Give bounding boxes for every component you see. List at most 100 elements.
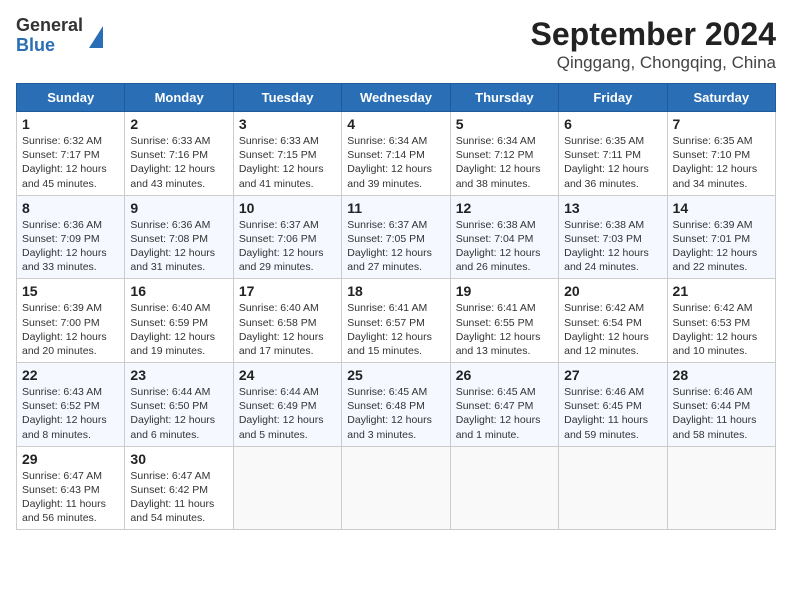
header-day-friday: Friday — [559, 84, 667, 112]
calendar-cell — [667, 446, 775, 530]
calendar-cell: 6 Sunrise: 6:35 AM Sunset: 7:11 PM Daylig… — [559, 112, 667, 196]
calendar-cell — [233, 446, 341, 530]
week-row-1: 1 Sunrise: 6:32 AM Sunset: 7:17 PM Daylig… — [17, 112, 776, 196]
logo: General Blue — [16, 16, 103, 56]
day-info: Sunrise: 6:37 AM Sunset: 7:05 PM Dayligh… — [347, 218, 444, 275]
calendar-cell: 9 Sunrise: 6:36 AM Sunset: 7:08 PM Daylig… — [125, 195, 233, 279]
day-number: 29 — [22, 451, 119, 467]
day-number: 8 — [22, 200, 119, 216]
calendar-cell: 30 Sunrise: 6:47 AM Sunset: 6:42 PM Dayli… — [125, 446, 233, 530]
day-number: 17 — [239, 283, 336, 299]
day-info: Sunrise: 6:33 AM Sunset: 7:16 PM Dayligh… — [130, 134, 227, 191]
day-number: 1 — [22, 116, 119, 132]
calendar-cell: 28 Sunrise: 6:46 AM Sunset: 6:44 PM Dayli… — [667, 363, 775, 447]
calendar-cell: 17 Sunrise: 6:40 AM Sunset: 6:58 PM Dayli… — [233, 279, 341, 363]
day-number: 28 — [673, 367, 770, 383]
calendar-cell: 23Sunrise: 6:44 AM Sunset: 6:50 PM Dayli… — [125, 363, 233, 447]
day-info: Sunrise: 6:46 AM Sunset: 6:45 PM Dayligh… — [564, 385, 661, 442]
day-number: 21 — [673, 283, 770, 299]
day-number: 6 — [564, 116, 661, 132]
day-info: Sunrise: 6:45 AM Sunset: 6:47 PM Dayligh… — [456, 385, 553, 442]
day-info: Sunrise: 6:38 AM Sunset: 7:03 PM Dayligh… — [564, 218, 661, 275]
day-info: Sunrise: 6:43 AM Sunset: 6:52 PM Dayligh… — [22, 385, 119, 442]
header-day-tuesday: Tuesday — [233, 84, 341, 112]
calendar-cell: 11 Sunrise: 6:37 AM Sunset: 7:05 PM Dayli… — [342, 195, 450, 279]
day-number: 12 — [456, 200, 553, 216]
calendar-cell: 15Sunrise: 6:39 AM Sunset: 7:00 PM Dayli… — [17, 279, 125, 363]
week-row-3: 15Sunrise: 6:39 AM Sunset: 7:00 PM Dayli… — [17, 279, 776, 363]
day-info: Sunrise: 6:46 AM Sunset: 6:44 PM Dayligh… — [673, 385, 770, 442]
calendar-cell: 27 Sunrise: 6:46 AM Sunset: 6:45 PM Dayli… — [559, 363, 667, 447]
calendar-header: SundayMondayTuesdayWednesdayThursdayFrid… — [17, 84, 776, 112]
title-block: September 2024 Qinggang, Chongqing, Chin… — [531, 16, 776, 73]
day-info: Sunrise: 6:47 AM Sunset: 6:42 PM Dayligh… — [130, 469, 227, 526]
calendar-cell: 5Sunrise: 6:34 AM Sunset: 7:12 PM Daylig… — [450, 112, 558, 196]
calendar-cell: 14 Sunrise: 6:39 AM Sunset: 7:01 PM Dayli… — [667, 195, 775, 279]
day-info: Sunrise: 6:34 AM Sunset: 7:12 PM Dayligh… — [456, 134, 553, 191]
day-info: Sunrise: 6:42 AM Sunset: 6:53 PM Dayligh… — [673, 301, 770, 358]
day-number: 24 — [239, 367, 336, 383]
logo-text: General Blue — [16, 16, 83, 56]
calendar-cell: 7Sunrise: 6:35 AM Sunset: 7:10 PM Daylig… — [667, 112, 775, 196]
day-number: 4 — [347, 116, 444, 132]
day-info: Sunrise: 6:39 AM Sunset: 7:00 PM Dayligh… — [22, 301, 119, 358]
day-info: Sunrise: 6:41 AM Sunset: 6:57 PM Dayligh… — [347, 301, 444, 358]
day-info: Sunrise: 6:40 AM Sunset: 6:58 PM Dayligh… — [239, 301, 336, 358]
header-day-thursday: Thursday — [450, 84, 558, 112]
calendar-cell: 21 Sunrise: 6:42 AM Sunset: 6:53 PM Dayli… — [667, 279, 775, 363]
day-info: Sunrise: 6:41 AM Sunset: 6:55 PM Dayligh… — [456, 301, 553, 358]
day-info: Sunrise: 6:35 AM Sunset: 7:11 PM Dayligh… — [564, 134, 661, 191]
day-info: Sunrise: 6:44 AM Sunset: 6:50 PM Dayligh… — [130, 385, 227, 442]
calendar-cell: 4 Sunrise: 6:34 AM Sunset: 7:14 PM Daylig… — [342, 112, 450, 196]
week-row-4: 22Sunrise: 6:43 AM Sunset: 6:52 PM Dayli… — [17, 363, 776, 447]
week-row-5: 29 Sunrise: 6:47 AM Sunset: 6:43 PM Dayli… — [17, 446, 776, 530]
calendar-table: SundayMondayTuesdayWednesdayThursdayFrid… — [16, 83, 776, 530]
calendar-cell — [450, 446, 558, 530]
calendar-cell: 13 Sunrise: 6:38 AM Sunset: 7:03 PM Dayli… — [559, 195, 667, 279]
header-day-sunday: Sunday — [17, 84, 125, 112]
day-number: 11 — [347, 200, 444, 216]
day-number: 9 — [130, 200, 227, 216]
header-row: SundayMondayTuesdayWednesdayThursdayFrid… — [17, 84, 776, 112]
calendar-cell: 26Sunrise: 6:45 AM Sunset: 6:47 PM Dayli… — [450, 363, 558, 447]
day-info: Sunrise: 6:44 AM Sunset: 6:49 PM Dayligh… — [239, 385, 336, 442]
calendar-cell: 18 Sunrise: 6:41 AM Sunset: 6:57 PM Dayli… — [342, 279, 450, 363]
calendar-cell — [342, 446, 450, 530]
day-number: 14 — [673, 200, 770, 216]
calendar-cell: 29 Sunrise: 6:47 AM Sunset: 6:43 PM Dayli… — [17, 446, 125, 530]
calendar-cell: 19 Sunrise: 6:41 AM Sunset: 6:55 PM Dayli… — [450, 279, 558, 363]
day-number: 3 — [239, 116, 336, 132]
calendar-cell: 22Sunrise: 6:43 AM Sunset: 6:52 PM Dayli… — [17, 363, 125, 447]
day-info: Sunrise: 6:45 AM Sunset: 6:48 PM Dayligh… — [347, 385, 444, 442]
day-info: Sunrise: 6:42 AM Sunset: 6:54 PM Dayligh… — [564, 301, 661, 358]
day-number: 10 — [239, 200, 336, 216]
calendar-cell: 8Sunrise: 6:36 AM Sunset: 7:09 PM Daylig… — [17, 195, 125, 279]
week-row-2: 8Sunrise: 6:36 AM Sunset: 7:09 PM Daylig… — [17, 195, 776, 279]
day-number: 20 — [564, 283, 661, 299]
logo-arrow-icon — [89, 26, 103, 48]
day-info: Sunrise: 6:34 AM Sunset: 7:14 PM Dayligh… — [347, 134, 444, 191]
header-day-monday: Monday — [125, 84, 233, 112]
calendar-cell: 1 Sunrise: 6:32 AM Sunset: 7:17 PM Daylig… — [17, 112, 125, 196]
day-info: Sunrise: 6:36 AM Sunset: 7:08 PM Dayligh… — [130, 218, 227, 275]
day-number: 18 — [347, 283, 444, 299]
day-number: 30 — [130, 451, 227, 467]
day-info: Sunrise: 6:47 AM Sunset: 6:43 PM Dayligh… — [22, 469, 119, 526]
calendar-cell: 12Sunrise: 6:38 AM Sunset: 7:04 PM Dayli… — [450, 195, 558, 279]
calendar-cell: 10 Sunrise: 6:37 AM Sunset: 7:06 PM Dayli… — [233, 195, 341, 279]
calendar-cell: 3 Sunrise: 6:33 AM Sunset: 7:15 PM Daylig… — [233, 112, 341, 196]
day-number: 27 — [564, 367, 661, 383]
calendar-subtitle: Qinggang, Chongqing, China — [531, 53, 776, 73]
day-number: 13 — [564, 200, 661, 216]
day-info: Sunrise: 6:32 AM Sunset: 7:17 PM Dayligh… — [22, 134, 119, 191]
calendar-cell: 2Sunrise: 6:33 AM Sunset: 7:16 PM Daylig… — [125, 112, 233, 196]
logo-blue: Blue — [16, 36, 83, 56]
page-header: General Blue September 2024 Qinggang, Ch… — [16, 16, 776, 73]
day-info: Sunrise: 6:37 AM Sunset: 7:06 PM Dayligh… — [239, 218, 336, 275]
day-info: Sunrise: 6:35 AM Sunset: 7:10 PM Dayligh… — [673, 134, 770, 191]
day-info: Sunrise: 6:40 AM Sunset: 6:59 PM Dayligh… — [130, 301, 227, 358]
day-number: 19 — [456, 283, 553, 299]
day-info: Sunrise: 6:33 AM Sunset: 7:15 PM Dayligh… — [239, 134, 336, 191]
header-day-wednesday: Wednesday — [342, 84, 450, 112]
day-info: Sunrise: 6:39 AM Sunset: 7:01 PM Dayligh… — [673, 218, 770, 275]
